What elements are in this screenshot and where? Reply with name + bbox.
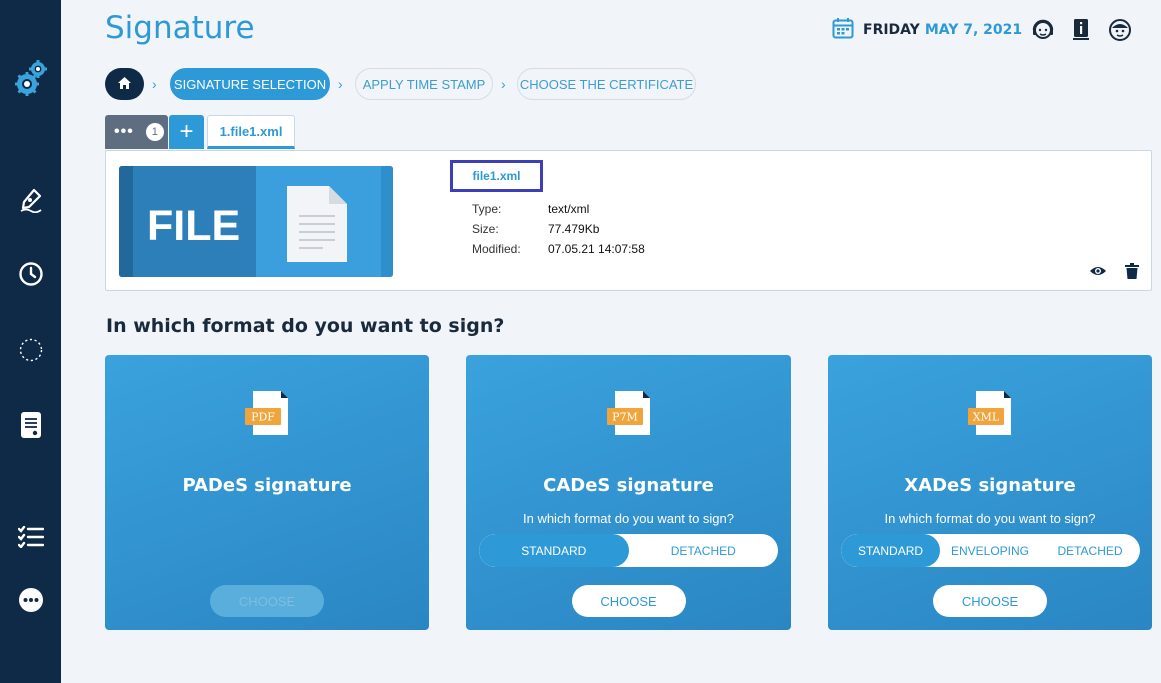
xades-title: XADeS signature [904, 475, 1076, 496]
file-thumbnail: FILE [119, 166, 393, 277]
settings-gears-icon[interactable] [0, 56, 61, 100]
breadcrumb-signature-selection[interactable]: SIGNATURE SELECTION [170, 68, 330, 100]
preview-eye-icon[interactable] [1088, 261, 1108, 281]
xml-file-icon: XML [968, 391, 1011, 435]
breadcrumb-home[interactable] [105, 68, 144, 100]
cades-option-standard[interactable]: STANDARD [479, 534, 629, 567]
size-value: 77.479Kb [548, 222, 600, 236]
file-name-link[interactable]: file1.xml [450, 160, 543, 192]
pdf-badge-label: PDF [251, 411, 275, 424]
xades-option-enveloping[interactable]: ENVELOPING [940, 534, 1040, 567]
more-options-icon[interactable] [0, 586, 61, 614]
user-avatar-icon[interactable] [1108, 18, 1132, 42]
document-list-icon[interactable] [0, 410, 61, 440]
card-pades: PDF PADeS signature CHOOSE [105, 355, 429, 630]
type-label: Type: [472, 202, 502, 216]
file-panel: FILE file1.xml Type: text/xml Size: 77.4… [105, 150, 1152, 291]
calendar-icon [832, 17, 854, 44]
modified-value: 07.05.21 14:07:58 [548, 242, 645, 256]
page-title: Signature [105, 10, 255, 46]
pen-sign-icon[interactable] [0, 186, 61, 214]
file-thumbnail-label: FILE [147, 202, 241, 250]
checklist-icon[interactable] [0, 523, 61, 551]
date-day: FRIDAY [863, 22, 920, 38]
modified-label: Modified: [472, 242, 521, 256]
size-label: Size: [472, 222, 499, 236]
clock-history-icon[interactable] [0, 260, 61, 288]
pades-choose-button[interactable]: CHOOSE [210, 585, 324, 617]
p7m-file-icon: P7M [606, 391, 650, 435]
support-agent-icon[interactable] [1031, 18, 1055, 42]
cades-option-detached[interactable]: DETACHED [629, 534, 779, 567]
tab-file1[interactable]: 1.file1.xml [207, 115, 295, 149]
date-value: MAY 7, 2021 [924, 22, 1023, 38]
pdf-file-icon: PDF [245, 391, 288, 435]
card-xades: XML XADeS signature In which format do y… [828, 355, 1152, 630]
format-question: In which format do you want to sign? [106, 315, 505, 337]
file-count-badge: 1 [145, 123, 164, 141]
document-icon [287, 186, 347, 262]
breadcrumb-separator-icon: › [338, 76, 343, 92]
xml-badge-label: XML [973, 411, 1000, 424]
home-icon [117, 76, 132, 93]
cades-subtitle: In which format do you want to sign? [522, 511, 734, 526]
delete-trash-icon[interactable] [1122, 261, 1142, 281]
cades-title: CADeS signature [543, 475, 714, 496]
cades-format-toggle: STANDARD DETACHED [479, 534, 778, 567]
xades-option-standard[interactable]: STANDARD [841, 534, 940, 567]
xades-format-toggle: STANDARD ENVELOPING DETACHED [841, 534, 1140, 567]
xades-subtitle: In which format do you want to sign? [884, 511, 1096, 526]
pades-title: PADeS signature [182, 475, 352, 496]
loading-circle-icon[interactable] [0, 336, 61, 364]
breadcrumb-choose-certificate[interactable]: CHOOSE THE CERTIFICATE [517, 68, 696, 100]
sidebar [0, 0, 61, 683]
cades-choose-button[interactable]: CHOOSE [571, 585, 686, 617]
breadcrumb-separator-icon: › [501, 76, 506, 92]
info-book-icon[interactable] [1069, 18, 1093, 42]
type-value: text/xml [548, 202, 590, 216]
breadcrumb-apply-time-stamp[interactable]: APPLY TIME STAMP [355, 68, 493, 100]
p7m-badge-label: P7M [612, 411, 638, 424]
ellipsis-icon: ••• [114, 123, 134, 140]
date-display: FRIDAY MAY 7, 2021 [832, 17, 1023, 44]
breadcrumb-separator-icon: › [152, 76, 157, 92]
tab-more-files[interactable]: ••• 1 [105, 115, 168, 149]
xades-option-detached[interactable]: DETACHED [1040, 534, 1140, 567]
add-file-button[interactable]: + [169, 115, 204, 149]
xades-choose-button[interactable]: CHOOSE [933, 585, 1047, 617]
card-cades: P7M CADeS signature In which format do y… [466, 355, 791, 630]
